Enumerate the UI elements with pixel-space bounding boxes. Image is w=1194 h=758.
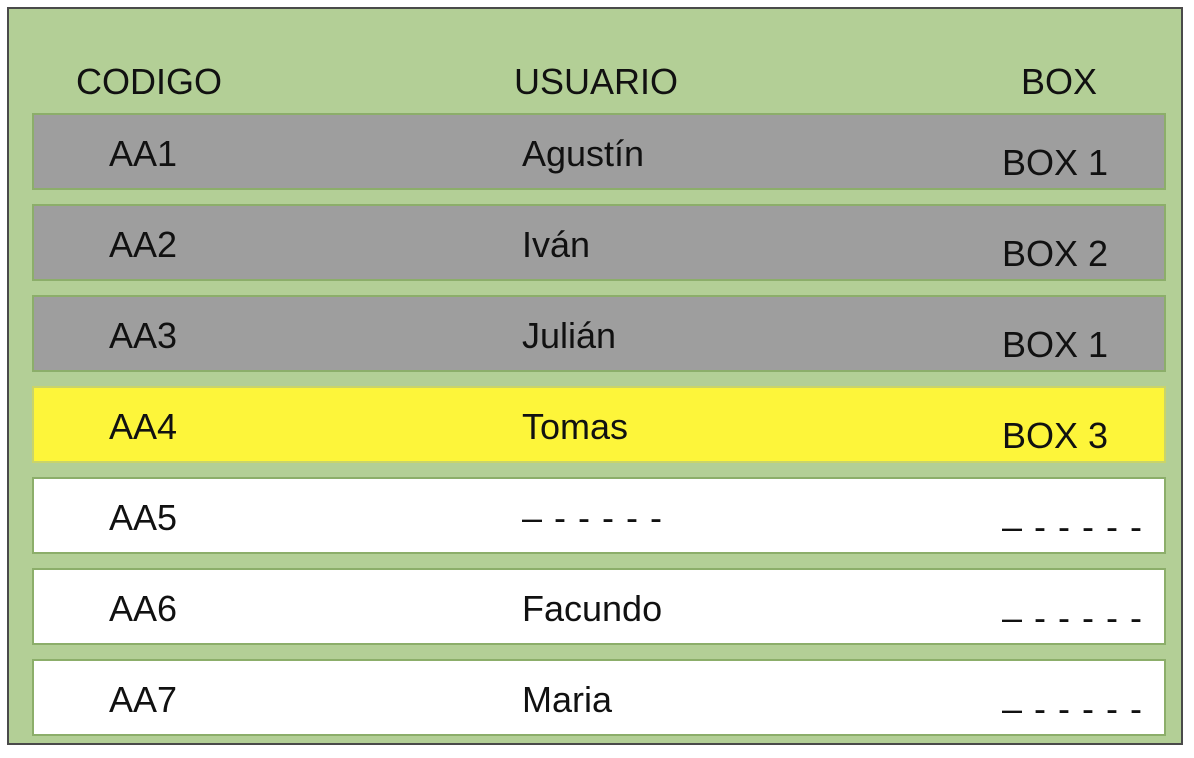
box-cell: BOX 1 [1002, 324, 1109, 365]
usuario-cell: Maria [522, 679, 613, 720]
column-header-box: BOX [1021, 61, 1098, 102]
column-header-usuario: USUARIO [514, 61, 679, 102]
table-header: CODIGO USUARIO BOX [9, 56, 1181, 108]
codigo-cell: AA6 [109, 588, 178, 629]
usuario-cell: Facundo [522, 588, 663, 629]
box-cell: – - - - - - [1002, 506, 1143, 547]
codigo-cell: AA7 [109, 679, 178, 720]
box-cell: BOX 2 [1002, 233, 1109, 274]
codigo-cell: AA5 [109, 497, 178, 538]
box-cell: – - - - - - [1002, 597, 1143, 638]
usuario-cell: Iván [522, 224, 591, 265]
box-cell: – - - - - - [1002, 688, 1143, 729]
codigo-cell: AA1 [109, 133, 178, 174]
table-row[interactable]: AA3 Julián BOX 1 [32, 295, 1166, 372]
usuario-cell: Julián [522, 315, 617, 356]
codigo-cell: AA2 [109, 224, 178, 265]
column-header-codigo: CODIGO [76, 61, 223, 102]
table-row[interactable]: AA4 Tomas BOX 3 [32, 386, 1166, 463]
box-cell: BOX 3 [1002, 415, 1109, 456]
table-panel: CODIGO USUARIO BOX AA1 Agustín BOX 1 AA2… [7, 7, 1183, 745]
table-row[interactable]: AA1 Agustín BOX 1 [32, 113, 1166, 190]
table-row[interactable]: AA6 Facundo – - - - - - [32, 568, 1166, 645]
usuario-cell: Tomas [522, 406, 629, 447]
codigo-cell: AA4 [109, 406, 178, 447]
table-row[interactable]: AA2 Iván BOX 2 [32, 204, 1166, 281]
box-cell: BOX 1 [1002, 142, 1109, 183]
usuario-cell: – - - - - - [522, 497, 663, 538]
usuario-cell: Agustín [522, 133, 645, 174]
table-row[interactable]: AA7 Maria – - - - - - [32, 659, 1166, 736]
table-row[interactable]: AA5 – - - - - - – - - - - - [32, 477, 1166, 554]
codigo-cell: AA3 [109, 315, 178, 356]
